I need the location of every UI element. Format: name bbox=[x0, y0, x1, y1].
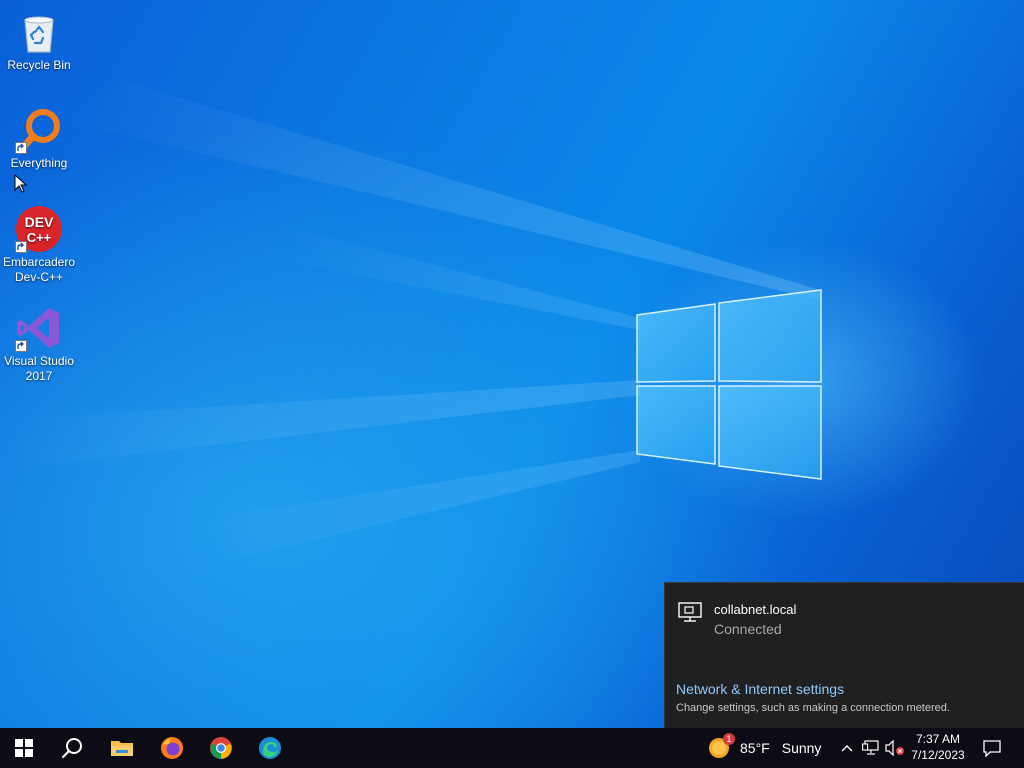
sun-weather-icon: 1 bbox=[706, 733, 735, 761]
edge-icon bbox=[259, 737, 281, 759]
shortcut-arrow-icon bbox=[15, 241, 27, 253]
network-status: Connected bbox=[714, 621, 782, 637]
network-settings-description: Change settings, such as making a connec… bbox=[676, 702, 950, 714]
icon-label: Embarcadero Dev-C++ bbox=[2, 255, 76, 284]
taskbar-edge[interactable] bbox=[246, 728, 294, 768]
taskbar-file-explorer[interactable] bbox=[98, 728, 146, 768]
volume-muted-icon bbox=[885, 740, 904, 756]
weather-widget[interactable]: 1 85°F Sunny bbox=[706, 728, 821, 768]
action-center-button[interactable] bbox=[976, 728, 1008, 768]
everything-search-icon bbox=[15, 106, 63, 154]
weather-temperature: 85°F bbox=[740, 740, 770, 756]
weather-condition: Sunny bbox=[781, 740, 822, 756]
search-button[interactable] bbox=[48, 728, 96, 768]
volume-tray-button[interactable] bbox=[884, 728, 906, 768]
icon-label: Visual Studio 2017 bbox=[4, 354, 74, 383]
dev-cpp-top-text: DEV bbox=[25, 214, 54, 230]
clock-time: 7:37 AM bbox=[915, 732, 961, 746]
recycle-bin-icon bbox=[15, 8, 63, 56]
mouse-cursor-icon bbox=[14, 174, 28, 193]
start-button[interactable] bbox=[0, 728, 48, 768]
desktop-icon-recycle-bin[interactable]: Recycle Bin bbox=[1, 8, 77, 73]
weather-alert-badge: 1 bbox=[723, 733, 735, 745]
taskbar: 1 85°F Sunny 7:37 AM 7/12/2023 bbox=[0, 728, 1024, 768]
shortcut-arrow-icon bbox=[15, 340, 27, 352]
desktop-icon-everything[interactable]: Everything bbox=[1, 106, 77, 171]
show-hidden-icons-button[interactable] bbox=[838, 728, 856, 768]
dev-cpp-bottom-text: C++ bbox=[27, 230, 52, 245]
icon-label: Everything bbox=[10, 156, 68, 170]
icon-label: Recycle Bin bbox=[7, 58, 71, 72]
dev-cpp-icon: DEV C++ bbox=[15, 205, 63, 253]
shortcut-arrow-icon bbox=[15, 142, 27, 154]
clock-date: 7/12/2023 bbox=[911, 748, 965, 762]
chrome-icon bbox=[210, 737, 232, 759]
taskbar-clock[interactable]: 7:37 AM 7/12/2023 bbox=[906, 731, 970, 763]
ethernet-network-icon bbox=[678, 602, 702, 622]
desktop-icon-dev-cpp[interactable]: DEV C++ Embarcadero Dev-C++ bbox=[1, 205, 77, 285]
firefox-icon bbox=[161, 737, 183, 759]
taskbar-chrome[interactable] bbox=[197, 728, 245, 768]
windows-logo-icon bbox=[15, 739, 33, 757]
desktop-icon-visual-studio[interactable]: Visual Studio 2017 bbox=[1, 304, 77, 384]
folder-icon bbox=[111, 741, 133, 756]
network-icon bbox=[862, 740, 879, 755]
chevron-up-icon bbox=[841, 745, 853, 752]
search-icon bbox=[61, 738, 82, 759]
network-tray-button[interactable] bbox=[860, 728, 882, 768]
network-flyout: collabnet.local Connected Network & Inte… bbox=[664, 582, 1024, 728]
taskbar-firefox[interactable] bbox=[148, 728, 196, 768]
windows-logo-wallpaper bbox=[636, 289, 822, 480]
network-name[interactable]: collabnet.local bbox=[714, 602, 796, 617]
visual-studio-icon bbox=[15, 304, 63, 352]
network-internet-settings-link[interactable]: Network & Internet settings bbox=[676, 681, 844, 697]
notification-icon bbox=[983, 740, 1001, 757]
